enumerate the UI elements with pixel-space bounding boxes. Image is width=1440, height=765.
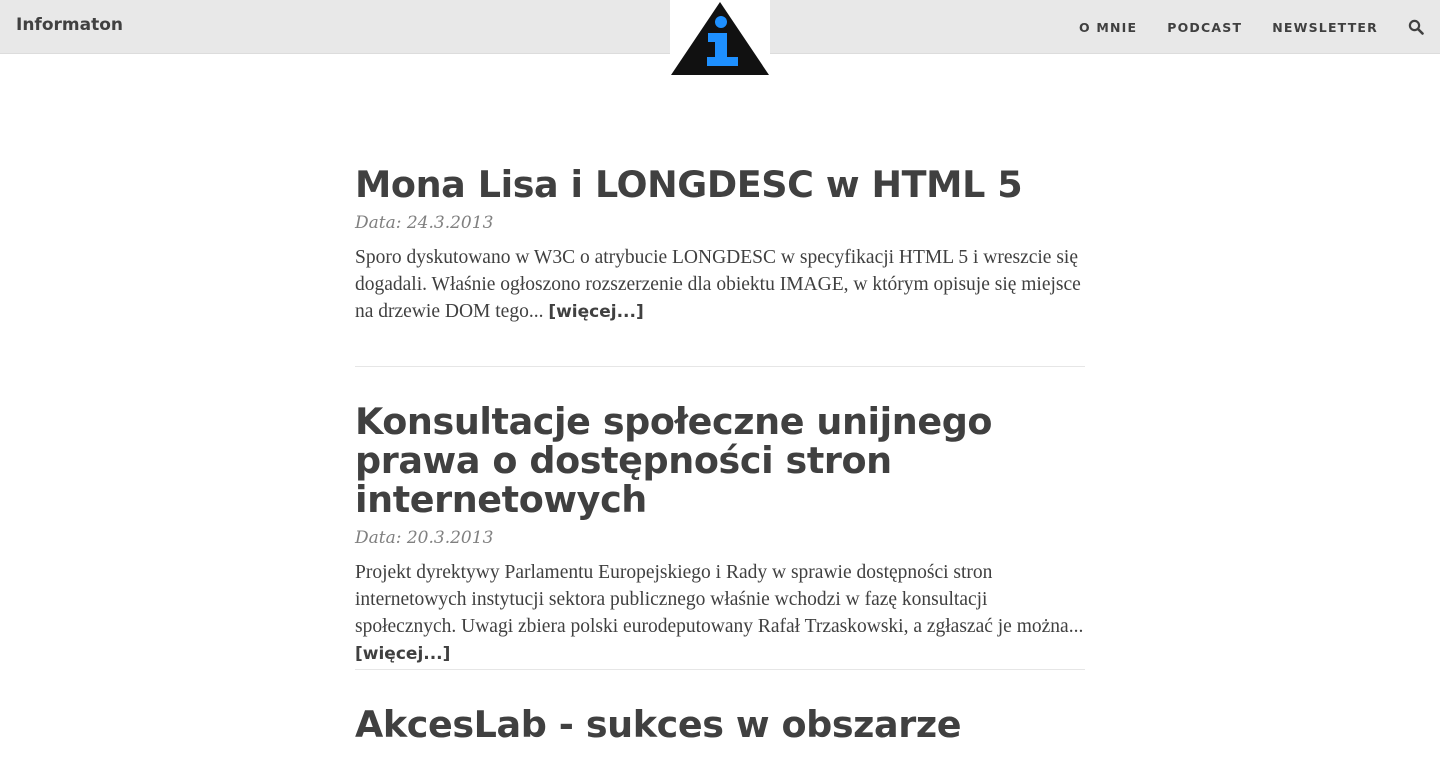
- info-triangle-logo-icon: [671, 2, 769, 75]
- nav-item-podcast[interactable]: PODCAST: [1167, 20, 1242, 35]
- post-date: Data: 24.3.2013: [355, 213, 494, 233]
- post-title-link[interactable]: Mona Lisa i LONGDESC w HTML 5: [355, 163, 1023, 206]
- post-title-link[interactable]: AkcesLab - sukces w obszarze: [355, 703, 961, 746]
- post-title: Mona Lisa i LONGDESC w HTML 5: [355, 165, 1085, 204]
- post-excerpt-text: Projekt dyrektywy Parlamentu Europejskie…: [355, 562, 1084, 637]
- post-title-link[interactable]: Konsultacje społeczne unijnego prawa o d…: [355, 400, 993, 521]
- post-item: Mona Lisa i LONGDESC w HTML 5 Data: 24.3…: [355, 165, 1085, 367]
- search-icon[interactable]: [1408, 19, 1424, 35]
- post-title: Konsultacje społeczne unijnego prawa o d…: [355, 402, 1085, 519]
- post-item: AkcesLab - sukces w obszarze: [355, 705, 1085, 765]
- post-excerpt: Projekt dyrektywy Parlamentu Europejskie…: [355, 559, 1085, 668]
- site-brand-link[interactable]: Informaton: [16, 15, 123, 35]
- read-more-link[interactable]: [więcej...]: [355, 644, 450, 664]
- post-excerpt-text: Sporo dyskutowano w W3C o atrybucie LONG…: [355, 247, 1081, 322]
- post-excerpt: Sporo dyskutowano w W3C o atrybucie LONG…: [355, 244, 1085, 326]
- site-logo[interactable]: [670, 0, 770, 76]
- post-item: Konsultacje społeczne unijnego prawa o d…: [355, 402, 1085, 670]
- top-navigation-bar: Informaton O MNIE PODCAST NEWSLETTER: [0, 0, 1440, 76]
- main-menu: O MNIE PODCAST NEWSLETTER: [1049, 0, 1424, 54]
- nav-item-newsletter[interactable]: NEWSLETTER: [1272, 20, 1378, 35]
- nav-item-o-mnie[interactable]: O MNIE: [1079, 20, 1137, 35]
- post-title: AkcesLab - sukces w obszarze: [355, 705, 1085, 744]
- read-more-link[interactable]: [więcej...]: [548, 302, 643, 322]
- post-date: Data: 20.3.2013: [355, 528, 494, 548]
